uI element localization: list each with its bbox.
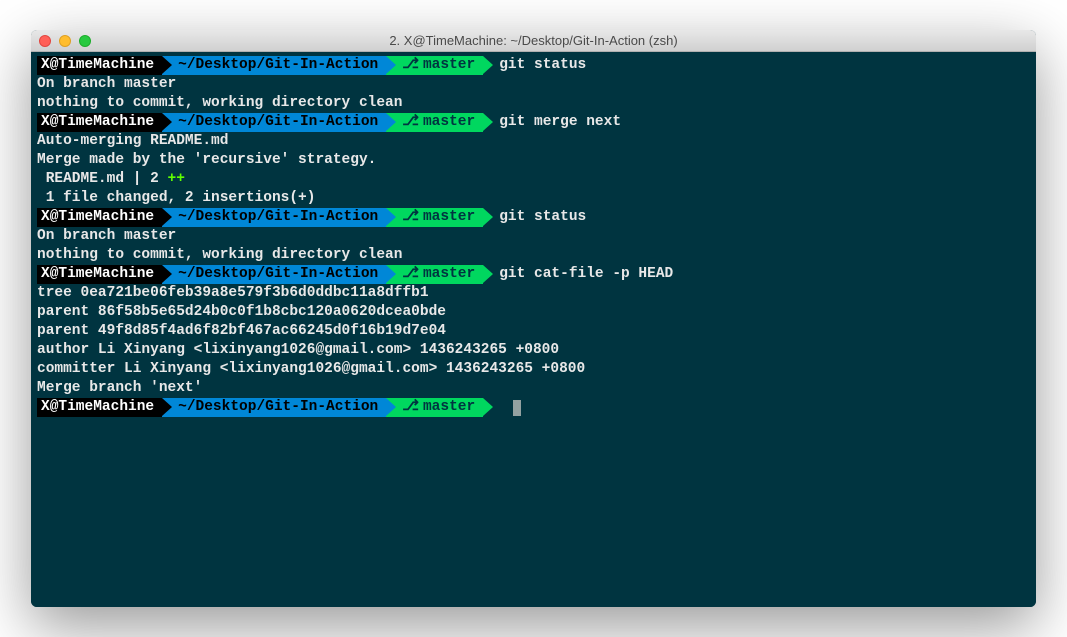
prompt-path-segment: ~/Desktop/Git-In-Action: [162, 208, 386, 227]
output-line: nothing to commit, working directory cle…: [31, 246, 1036, 265]
output-line: nothing to commit, working directory cle…: [31, 94, 1036, 113]
prompt-branch-segment: ⎇master: [386, 56, 483, 75]
output-line: Merge made by the 'recursive' strategy.: [31, 151, 1036, 170]
prompt-branch-name: master: [423, 208, 475, 227]
git-branch-icon: ⎇: [402, 208, 419, 227]
traffic-lights: [39, 35, 91, 47]
output-line: README.md | 2 ++: [31, 170, 1036, 189]
prompt-user-segment: X@TimeMachine: [37, 398, 162, 417]
output-line: On branch master: [31, 227, 1036, 246]
command-input[interactable]: git cat-file -p HEAD: [483, 265, 673, 284]
output-line: Auto-merging README.md: [31, 132, 1036, 151]
output-line: 1 file changed, 2 insertions(+): [31, 189, 1036, 208]
prompt-row: X@TimeMachine ~/Desktop/Git-In-Action ⎇m…: [31, 113, 1036, 132]
output-segment: README.md | 2: [37, 171, 168, 187]
git-branch-icon: ⎇: [402, 265, 419, 284]
prompt-branch-segment: ⎇master: [386, 265, 483, 284]
git-branch-icon: ⎇: [402, 398, 419, 417]
window-title: 2. X@TimeMachine: ~/Desktop/Git-In-Actio…: [39, 33, 1028, 48]
command-input[interactable]: git status: [483, 208, 586, 227]
prompt-row: X@TimeMachine ~/Desktop/Git-In-Action ⎇m…: [31, 56, 1036, 75]
prompt-path-segment: ~/Desktop/Git-In-Action: [162, 265, 386, 284]
prompt-branch-name: master: [423, 113, 475, 132]
git-branch-icon: ⎇: [402, 56, 419, 75]
prompt-branch-segment: ⎇master: [386, 208, 483, 227]
output-line: Merge branch 'next': [31, 379, 1036, 398]
prompt-user-segment: X@TimeMachine: [37, 56, 162, 75]
prompt-user-segment: X@TimeMachine: [37, 265, 162, 284]
terminal-window: 2. X@TimeMachine: ~/Desktop/Git-In-Actio…: [31, 30, 1036, 607]
prompt-branch-segment: ⎇master: [386, 398, 483, 417]
git-branch-icon: ⎇: [402, 113, 419, 132]
output-line: committer Li Xinyang <lixinyang1026@gmai…: [31, 360, 1036, 379]
command-input[interactable]: git status: [483, 56, 586, 75]
prompt-path-segment: ~/Desktop/Git-In-Action: [162, 56, 386, 75]
minimize-icon[interactable]: [59, 35, 71, 47]
command-input[interactable]: git merge next: [483, 113, 621, 132]
maximize-icon[interactable]: [79, 35, 91, 47]
prompt-row: X@TimeMachine ~/Desktop/Git-In-Action ⎇m…: [31, 208, 1036, 227]
prompt-row: X@TimeMachine ~/Desktop/Git-In-Action ⎇m…: [31, 398, 1036, 417]
output-line: parent 49f8d85f4ad6f82bf467ac66245d0f16b…: [31, 322, 1036, 341]
output-line: author Li Xinyang <lixinyang1026@gmail.c…: [31, 341, 1036, 360]
output-line: tree 0ea721be06feb39a8e579f3b6d0ddbc11a8…: [31, 284, 1036, 303]
prompt-path-segment: ~/Desktop/Git-In-Action: [162, 398, 386, 417]
prompt-branch-name: master: [423, 265, 475, 284]
output-segment: ++: [168, 171, 185, 187]
cursor: [513, 400, 521, 416]
prompt-path-segment: ~/Desktop/Git-In-Action: [162, 113, 386, 132]
output-line: parent 86f58b5e65d24b0c0f1b8cbc120a0620d…: [31, 303, 1036, 322]
terminal-output[interactable]: X@TimeMachine ~/Desktop/Git-In-Action ⎇m…: [31, 52, 1036, 607]
close-icon[interactable]: [39, 35, 51, 47]
window-titlebar[interactable]: 2. X@TimeMachine: ~/Desktop/Git-In-Actio…: [31, 30, 1036, 52]
prompt-row: X@TimeMachine ~/Desktop/Git-In-Action ⎇m…: [31, 265, 1036, 284]
prompt-branch-segment: ⎇master: [386, 113, 483, 132]
prompt-branch-name: master: [423, 398, 475, 417]
output-line: On branch master: [31, 75, 1036, 94]
prompt-user-segment: X@TimeMachine: [37, 113, 162, 132]
prompt-branch-name: master: [423, 56, 475, 75]
prompt-user-segment: X@TimeMachine: [37, 208, 162, 227]
